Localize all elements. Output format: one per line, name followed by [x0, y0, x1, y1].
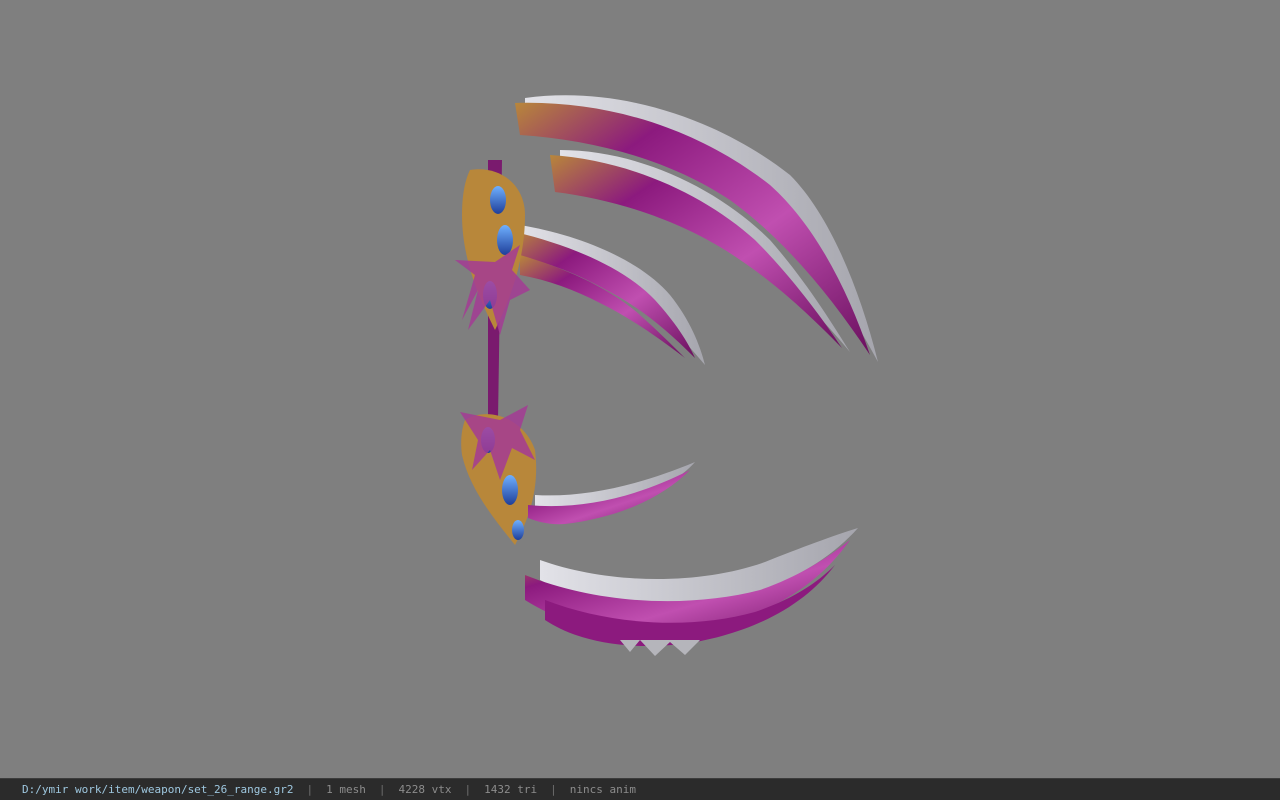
animation-status: nincs anim: [569, 783, 636, 796]
3d-viewport[interactable]: [0, 0, 1280, 778]
separator: |: [306, 783, 314, 796]
gem-5: [502, 475, 518, 505]
triangle-count: 1432 tri: [484, 783, 538, 796]
separator: |: [378, 783, 386, 796]
file-path: D:/ymir work/item/weapon/set_26_range.gr…: [22, 783, 294, 796]
mesh-count: 1 mesh: [326, 783, 366, 796]
gem-1: [490, 186, 506, 214]
weapon-model-render: [455, 95, 878, 656]
separator: |: [550, 783, 557, 796]
lower-blade-spikes: [620, 640, 700, 656]
separator: |: [464, 783, 472, 796]
vertex-count: 4228 vtx: [398, 783, 452, 796]
gem-2: [497, 225, 513, 255]
status-bar: D:/ymir work/item/weapon/set_26_range.gr…: [0, 778, 1280, 800]
gem-6: [512, 520, 524, 540]
